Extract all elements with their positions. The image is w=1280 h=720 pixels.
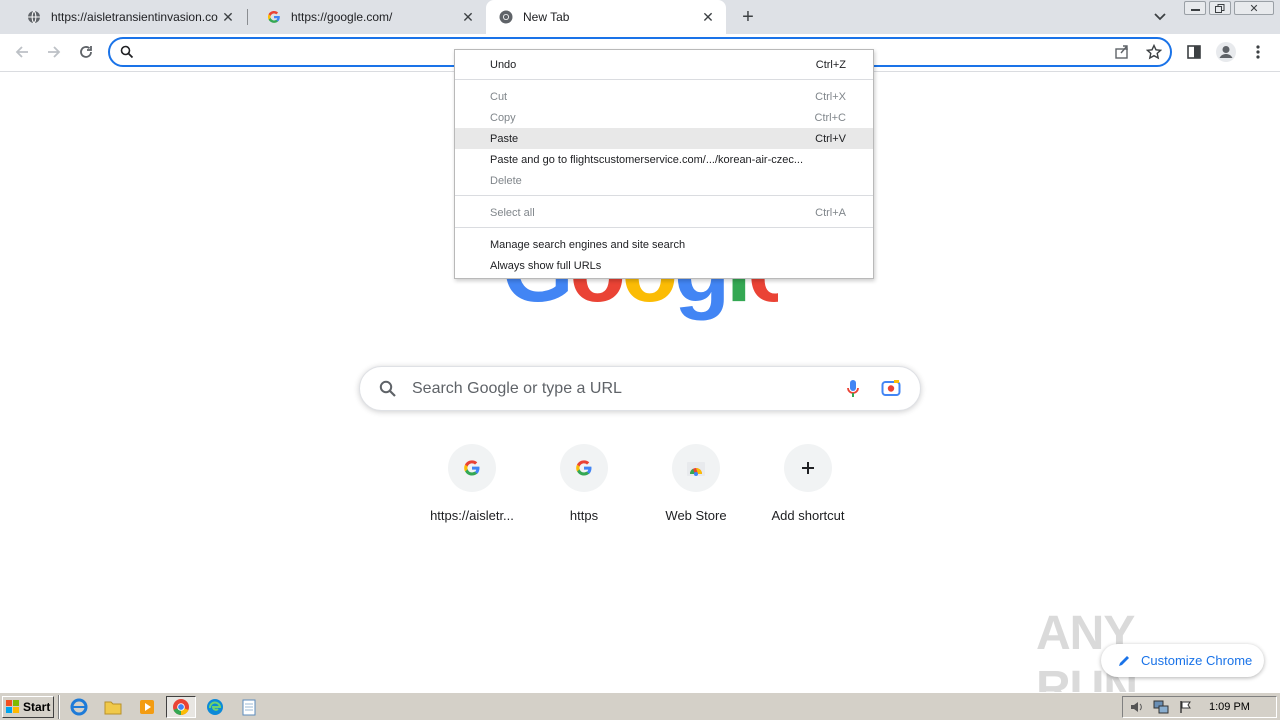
menu-item-label: Paste — [490, 132, 519, 145]
microphone-icon[interactable] — [846, 379, 860, 404]
window-close-button[interactable]: ✕ — [1234, 1, 1274, 15]
restore-button[interactable] — [1209, 1, 1231, 15]
menu-item-label: Undo — [490, 58, 517, 71]
close-icon[interactable]: ✕ — [218, 7, 238, 27]
menu-item-shortcut: Ctrl+Z — [815, 58, 846, 71]
media-player-icon[interactable] — [132, 696, 162, 718]
menu-item-shortcut: Ctrl+X — [815, 90, 846, 103]
menu-item-select-all[interactable]: Select all Ctrl+A — [455, 202, 873, 223]
volume-icon[interactable] — [1129, 700, 1145, 717]
search-placeholder: Search Google or type a URL — [412, 380, 622, 397]
back-arrow-icon — [15, 46, 28, 58]
minimize-button[interactable] — [1184, 1, 1206, 15]
start-button[interactable]: Start — [2, 696, 54, 718]
side-panel-icon — [1187, 45, 1201, 59]
tab-title: New Tab — [523, 10, 570, 24]
web-store-icon — [672, 444, 720, 492]
menu-item-label: Copy — [490, 111, 516, 124]
back-button[interactable] — [8, 38, 36, 66]
taskbar-divider — [58, 695, 60, 719]
side-panel-button[interactable] — [1180, 38, 1208, 66]
edge-icon[interactable] — [200, 696, 230, 718]
tab-aisletransient[interactable]: https://aisletransientinvasion.com/d ✕ — [8, 0, 246, 34]
chrome-taskbar-icon[interactable] — [166, 696, 196, 718]
menu-button[interactable] — [1244, 38, 1272, 66]
menu-item-delete[interactable]: Delete — [455, 170, 873, 191]
shortcut-label: https — [569, 508, 599, 523]
internet-explorer-icon[interactable] — [64, 696, 94, 718]
notepad-icon[interactable] — [234, 696, 264, 718]
menu-item-paste-and-go[interactable]: Paste and go to flightscustomerservice.c… — [455, 149, 873, 170]
file-explorer-icon[interactable] — [98, 696, 128, 718]
pencil-icon — [1117, 654, 1131, 668]
menu-item-shortcut: Ctrl+A — [815, 206, 846, 219]
globe-icon — [26, 9, 42, 25]
forward-arrow-icon — [48, 46, 61, 58]
shortcut-tile[interactable]: https — [528, 444, 640, 534]
menu-item-paste[interactable]: Paste Ctrl+V — [455, 128, 873, 149]
search-icon — [379, 380, 397, 403]
shortcut-label: Add shortcut — [771, 508, 845, 523]
menu-separator — [455, 195, 873, 196]
menu-item-copy[interactable]: Copy Ctrl+C — [455, 107, 873, 128]
close-icon[interactable]: ✕ — [458, 7, 478, 27]
clock: 1:09 PM — [1209, 701, 1250, 713]
close-icon[interactable]: ✕ — [698, 7, 718, 27]
menu-item-manage-search-engines[interactable]: Manage search engines and site search — [455, 234, 873, 255]
customize-chrome-button[interactable]: Customize Chrome — [1101, 644, 1264, 677]
menu-item-label: Select all — [490, 206, 535, 219]
tab-new-tab[interactable]: New Tab ✕ — [486, 0, 726, 34]
restore-icon — [1215, 3, 1225, 13]
taskbar: Start 1:09 PM — [0, 692, 1280, 720]
shortcut-tile[interactable]: https://aisletr... — [416, 444, 528, 534]
tab-search-chevron-icon[interactable] — [1150, 8, 1170, 26]
menu-item-shortcut: Ctrl+V — [815, 132, 846, 145]
menu-item-label: Always show full URLs — [490, 259, 602, 272]
menu-item-shortcut: Ctrl+C — [814, 111, 846, 124]
share-icon[interactable] — [1114, 44, 1130, 65]
menu-item-label: Paste and go to flightscustomerservice.c… — [490, 153, 804, 166]
search-icon — [120, 45, 134, 64]
menu-item-always-show-full-urls[interactable]: Always show full URLs — [455, 255, 873, 276]
reload-icon — [80, 46, 92, 58]
customize-chrome-label: Customize Chrome — [1141, 653, 1253, 668]
tab-title: https://aisletransientinvasion.com/d — [51, 10, 218, 24]
google-g-icon — [448, 444, 496, 492]
menu-item-label: Delete — [490, 174, 522, 187]
camera-lens-icon[interactable] — [881, 379, 901, 402]
menu-item-label: Manage search engines and site search — [490, 238, 686, 251]
context-menu: Undo Ctrl+Z Cut Ctrl+X Copy Ctrl+C Paste… — [454, 49, 874, 279]
windows-logo-icon — [6, 700, 20, 714]
profile-button[interactable] — [1212, 38, 1240, 66]
menu-separator — [455, 79, 873, 80]
menu-item-cut[interactable]: Cut Ctrl+X — [455, 86, 873, 107]
chrome-icon — [498, 9, 514, 25]
system-tray: 1:09 PM — [1122, 696, 1277, 718]
kebab-menu-icon — [1256, 45, 1260, 59]
plus-icon — [784, 444, 832, 492]
flag-icon[interactable] — [1179, 700, 1193, 717]
menu-item-label: Cut — [490, 90, 508, 103]
tab-google[interactable]: https://google.com/ ✕ — [248, 0, 486, 34]
shortcut-tile[interactable]: Web Store — [640, 444, 752, 534]
add-shortcut-tile[interactable]: Add shortcut — [752, 444, 864, 534]
google-g-icon — [266, 9, 282, 25]
forward-button[interactable] — [40, 38, 68, 66]
tab-title: https://google.com/ — [291, 10, 393, 24]
reload-button[interactable] — [72, 38, 100, 66]
new-tab-button[interactable]: + — [736, 5, 760, 29]
tab-strip: https://aisletransientinvasion.com/d ✕ h… — [0, 0, 1280, 34]
google-g-icon — [560, 444, 608, 492]
menu-separator — [455, 227, 873, 228]
network-icon[interactable] — [1153, 700, 1169, 717]
menu-item-undo[interactable]: Undo Ctrl+Z — [455, 54, 873, 75]
star-icon[interactable] — [1145, 43, 1163, 65]
start-label: Start — [23, 700, 51, 714]
minimize-icon — [1190, 9, 1200, 11]
avatar-icon — [1216, 42, 1236, 62]
shortcut-label: Web Store — [665, 508, 727, 523]
shortcut-label: https://aisletr... — [430, 508, 514, 523]
ntp-search-box[interactable]: Search Google or type a URL — [359, 366, 921, 411]
